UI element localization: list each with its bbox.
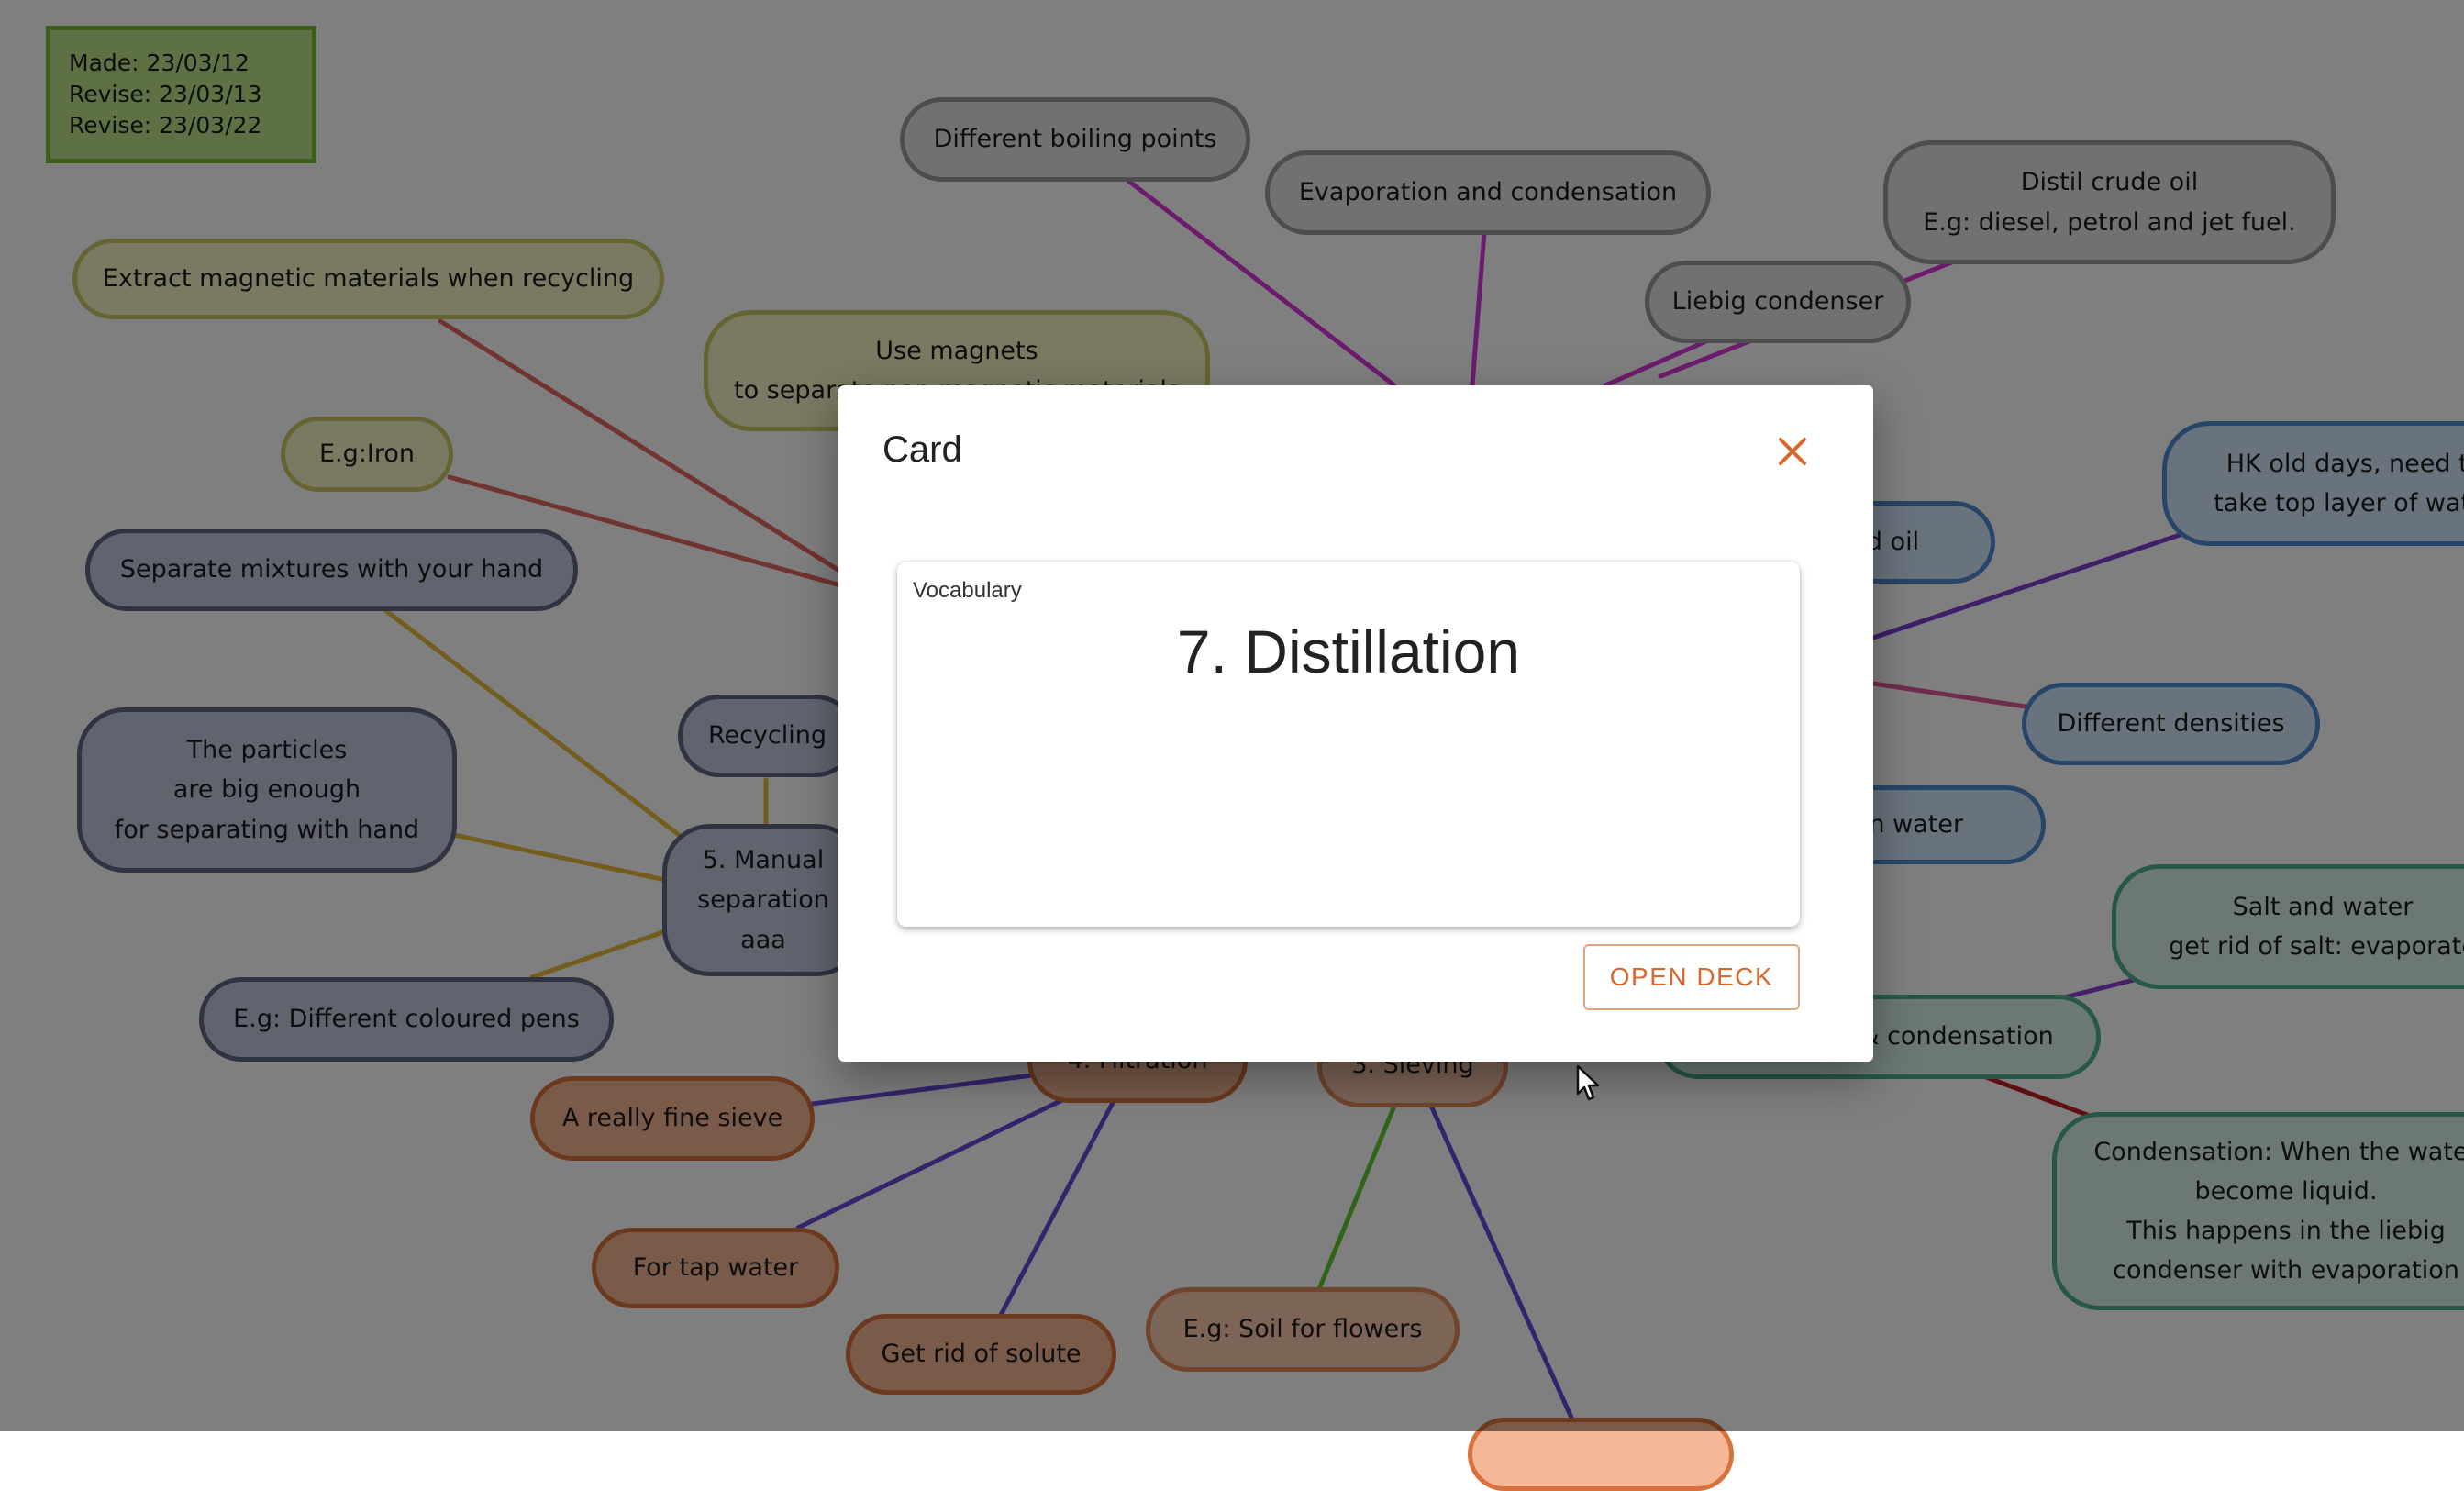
card-dialog: Card Vocabulary 7. Distillation OPEN DEC… [838, 385, 1873, 1062]
mouse-cursor-icon [1576, 1064, 1600, 1101]
flashcard[interactable]: Vocabulary 7. Distillation [897, 562, 1800, 927]
close-button[interactable] [1767, 426, 1818, 477]
close-icon [1779, 438, 1806, 465]
open-deck-button[interactable]: OPEN DECK [1583, 944, 1800, 1010]
card-term: 7. Distillation [1176, 618, 1521, 685]
dialog-title: Card [882, 429, 962, 470]
card-category-label: Vocabulary [913, 578, 1022, 603]
